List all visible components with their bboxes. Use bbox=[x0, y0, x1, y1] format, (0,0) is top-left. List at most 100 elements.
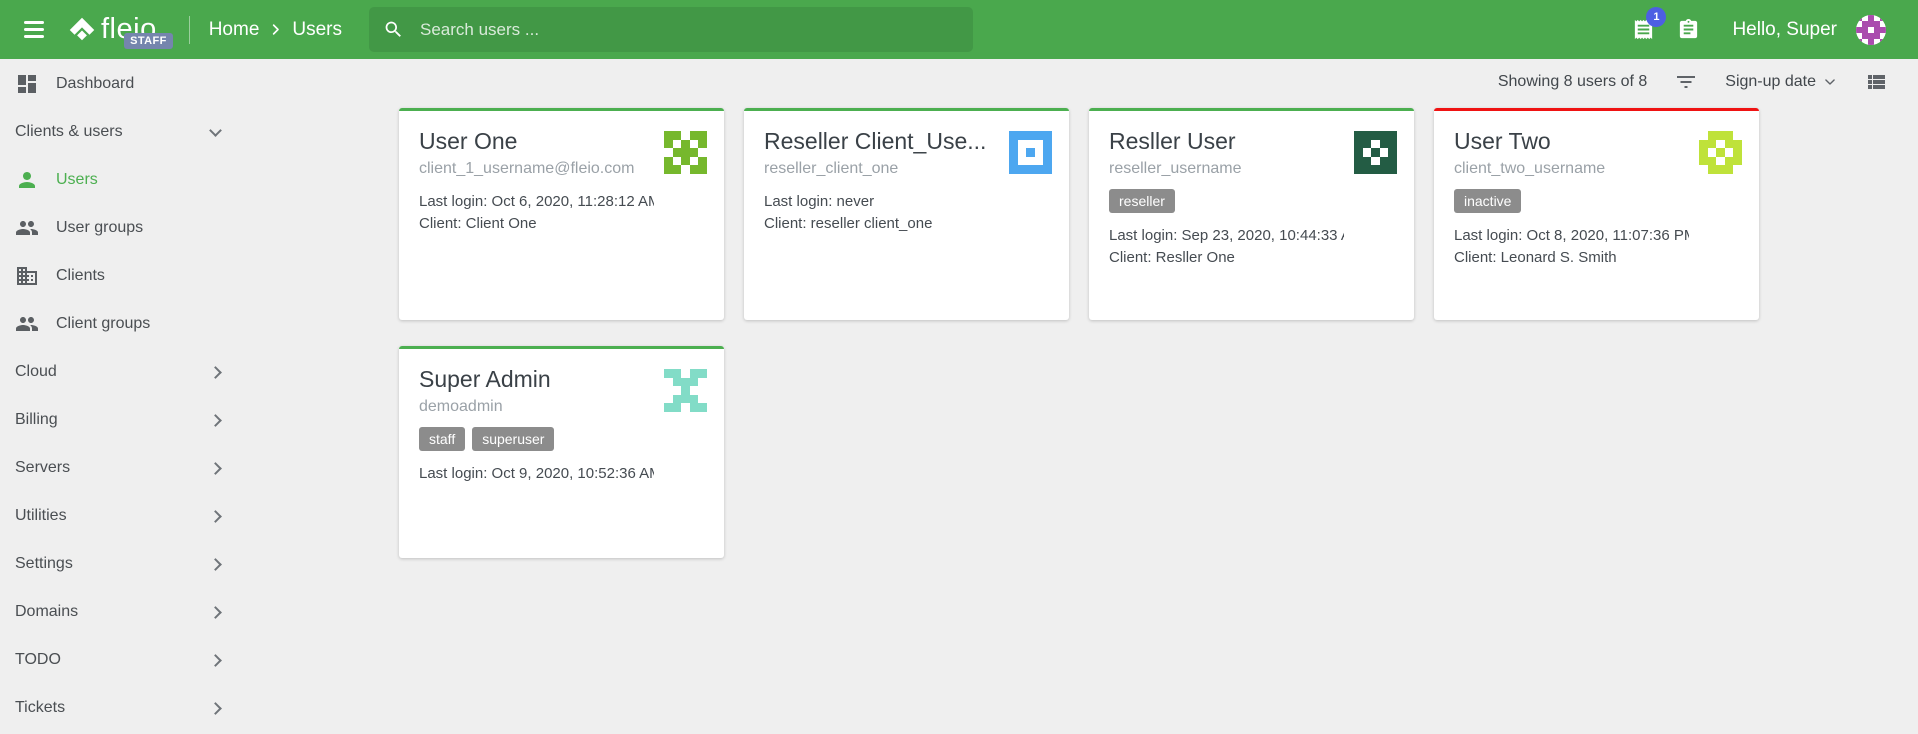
sort-dropdown[interactable]: Sign-up date bbox=[1725, 73, 1837, 91]
user-card[interactable]: Super Admin demoadmin staff superuser Las… bbox=[399, 346, 724, 558]
user-avatar-identicon bbox=[664, 369, 707, 412]
sidebar-section-label: Cloud bbox=[15, 363, 211, 381]
chevron-right-icon bbox=[209, 366, 222, 379]
user-client: Client: reseller client_one bbox=[764, 213, 999, 235]
sidebar-item-label: User groups bbox=[56, 219, 220, 237]
user-badges: inactive bbox=[1454, 189, 1689, 213]
user-badge: reseller bbox=[1109, 189, 1175, 213]
user-greeting: Hello, Super bbox=[1732, 19, 1837, 41]
sidebar-section-label: Tickets bbox=[15, 699, 211, 717]
building-icon bbox=[15, 264, 39, 288]
people-icon bbox=[15, 312, 39, 336]
user-card[interactable]: User Two client_two_username inactive La… bbox=[1434, 108, 1759, 320]
chevron-right-icon bbox=[209, 510, 222, 523]
view-list-icon bbox=[1864, 70, 1888, 94]
menu-icon[interactable] bbox=[20, 15, 48, 44]
user-client: Client: Resller One bbox=[1109, 247, 1344, 269]
sidebar-section-label: Domains bbox=[15, 603, 211, 621]
user-last-login: Last login: Sep 23, 2020, 10:44:33 AM bbox=[1109, 225, 1344, 247]
user-username: client_1_username@fleio.com bbox=[419, 159, 654, 179]
staff-badge: STAFF bbox=[124, 33, 173, 49]
user-name: Super Admin bbox=[419, 365, 654, 393]
sidebar-item-user-groups[interactable]: User groups bbox=[0, 204, 240, 252]
user-avatar-identicon bbox=[1354, 131, 1397, 174]
sidebar-item-users[interactable]: Users bbox=[0, 156, 240, 204]
chevron-right-icon bbox=[209, 702, 222, 715]
chevron-right-icon bbox=[209, 606, 222, 619]
sidebar-item-label: Dashboard bbox=[56, 75, 220, 93]
sidebar-section-domains[interactable]: Domains bbox=[0, 588, 240, 636]
user-status-strip bbox=[744, 108, 1069, 111]
user-card[interactable]: User One client_1_username@fleio.com Las… bbox=[399, 108, 724, 320]
clipboard-icon bbox=[1677, 18, 1700, 41]
user-last-login: Last login: Oct 8, 2020, 11:07:36 PM bbox=[1454, 225, 1689, 247]
user-client: Client: Leonard S. Smith bbox=[1454, 247, 1689, 269]
list-toolbar: Showing 8 users of 8 Sign-up date bbox=[240, 59, 1918, 105]
breadcrumb-chevron-icon bbox=[268, 22, 283, 37]
user-name: User Two bbox=[1454, 127, 1689, 155]
search-bar bbox=[369, 7, 973, 52]
sidebar-item-dashboard[interactable]: Dashboard bbox=[0, 60, 240, 108]
sidebar-section-label: Billing bbox=[15, 411, 211, 429]
user-card[interactable]: Resller User reseller_username reseller … bbox=[1089, 108, 1414, 320]
sidebar-section-cloud[interactable]: Cloud bbox=[0, 348, 240, 396]
user-client: Client: Client One bbox=[419, 213, 654, 235]
sidebar-item-client-groups[interactable]: Client groups bbox=[0, 300, 240, 348]
user-badge: superuser bbox=[472, 427, 554, 451]
sidebar-item-clients[interactable]: Clients bbox=[0, 252, 240, 300]
user-avatar-identicon bbox=[664, 131, 707, 174]
sort-chevron-icon bbox=[1823, 75, 1837, 89]
people-icon bbox=[15, 216, 39, 240]
user-username: reseller_client_one bbox=[764, 159, 999, 179]
sidebar-item-label: Client groups bbox=[56, 315, 220, 333]
person-icon bbox=[15, 168, 39, 192]
sidebar-section-settings[interactable]: Settings bbox=[0, 540, 240, 588]
user-last-login: Last login: Oct 9, 2020, 10:52:36 AM bbox=[419, 463, 654, 485]
breadcrumb-current[interactable]: Users bbox=[292, 19, 342, 41]
user-username: demoadmin bbox=[419, 397, 654, 417]
user-name: User One bbox=[419, 127, 654, 155]
topbar-actions: 1 Hello, Super bbox=[1630, 15, 1902, 45]
sidebar-section-label: Utilities bbox=[15, 507, 211, 525]
user-avatar-identicon bbox=[1009, 131, 1052, 174]
chevron-right-icon bbox=[209, 414, 222, 427]
user-name: Reseller Client_Use... bbox=[764, 127, 999, 155]
breadcrumb-home[interactable]: Home bbox=[209, 19, 260, 41]
tasks-button[interactable] bbox=[1675, 16, 1702, 43]
user-status-strip bbox=[1089, 108, 1414, 111]
filter-button[interactable] bbox=[1674, 70, 1698, 94]
search-input[interactable] bbox=[418, 19, 959, 41]
sidebar-section-clients-users[interactable]: Clients & users bbox=[0, 108, 240, 156]
user-status-strip bbox=[399, 108, 724, 111]
user-badges: reseller bbox=[1109, 189, 1344, 213]
user-username: client_two_username bbox=[1454, 159, 1689, 179]
sidebar-section-tickets[interactable]: Tickets bbox=[0, 684, 240, 732]
breadcrumb: Home Users bbox=[209, 19, 342, 41]
brand-logo[interactable]: fleio STAFF bbox=[68, 15, 157, 44]
sidebar-section-utilities[interactable]: Utilities bbox=[0, 492, 240, 540]
notification-badge: 1 bbox=[1646, 7, 1666, 27]
dashboard-icon bbox=[15, 72, 39, 96]
user-badges: staff superuser bbox=[419, 427, 654, 451]
orders-button[interactable]: 1 bbox=[1630, 16, 1657, 43]
user-badge: staff bbox=[419, 427, 465, 451]
chevron-right-icon bbox=[209, 654, 222, 667]
user-cards-grid: User One client_1_username@fleio.com Las… bbox=[399, 108, 1759, 558]
user-status-strip bbox=[399, 346, 724, 349]
user-username: reseller_username bbox=[1109, 159, 1344, 179]
user-name: Resller User bbox=[1109, 127, 1344, 155]
sidebar-section-label: Clients & users bbox=[15, 123, 211, 141]
sidebar-section-todo[interactable]: TODO bbox=[0, 636, 240, 684]
chevron-right-icon bbox=[209, 462, 222, 475]
view-toggle-button[interactable] bbox=[1864, 70, 1888, 94]
fleio-logo-icon bbox=[68, 16, 96, 44]
sidebar-section-billing[interactable]: Billing bbox=[0, 396, 240, 444]
user-badge: inactive bbox=[1454, 189, 1521, 213]
sidebar-section-servers[interactable]: Servers bbox=[0, 444, 240, 492]
user-avatar[interactable] bbox=[1856, 15, 1886, 45]
results-count: Showing 8 users of 8 bbox=[1498, 73, 1647, 91]
sidebar-nav: Dashboard Clients & users Users User gro… bbox=[0, 60, 240, 732]
main-content: Showing 8 users of 8 Sign-up date User O… bbox=[240, 59, 1918, 734]
topbar-divider bbox=[189, 16, 190, 44]
user-card[interactable]: Reseller Client_Use... reseller_client_o… bbox=[744, 108, 1069, 320]
